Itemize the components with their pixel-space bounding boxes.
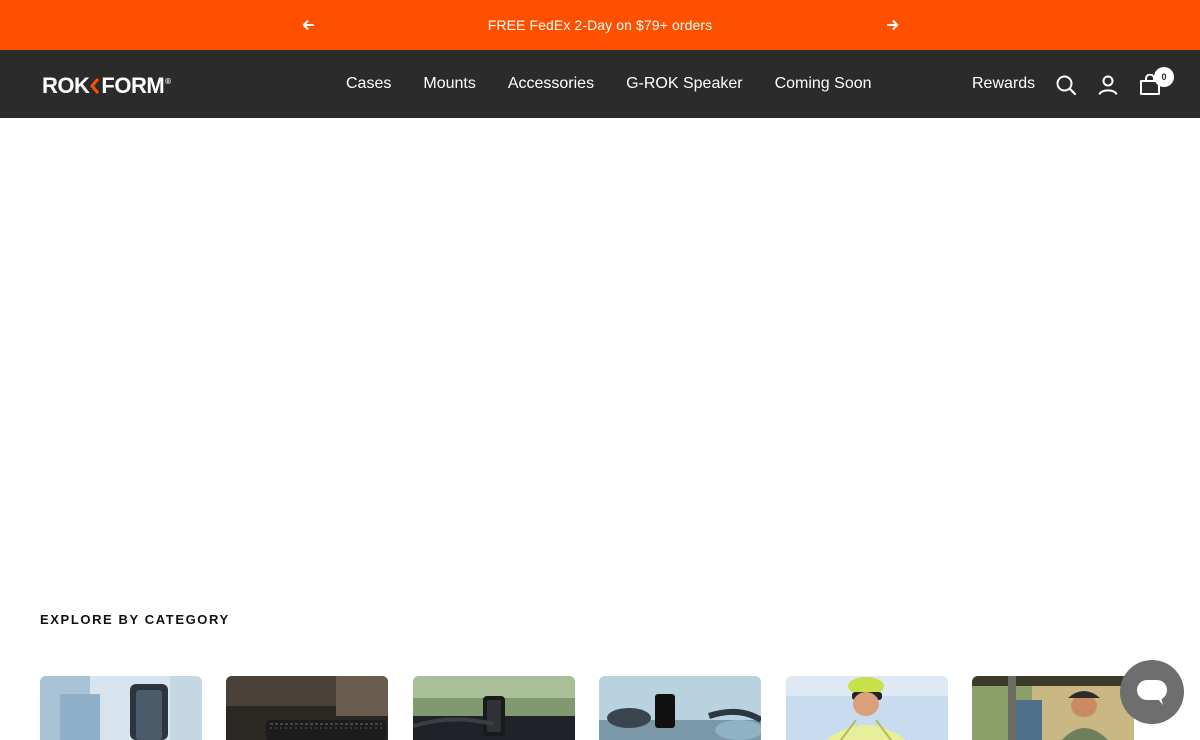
rewards-link[interactable]: Rewards [972,50,1035,118]
category-image-4 [599,676,761,740]
explore-category-heading: EXPLORE BY CATEGORY [40,612,230,627]
category-card-3[interactable] [413,676,575,740]
category-image-5 [786,676,948,740]
chat-launcher-button[interactable] [1120,660,1184,724]
site-header: ROK FORM ® Cases Mounts Accessories G-RO… [0,50,1200,118]
rokform-logo[interactable]: ROK FORM ® [42,75,171,97]
nav-mounts[interactable]: Mounts [407,50,491,118]
account-icon[interactable] [1097,74,1119,96]
nav-coming-soon[interactable]: Coming Soon [759,50,888,118]
arrow-right-icon [887,20,899,30]
logo-text-rok: ROK [42,73,90,98]
category-image-6 [972,676,1134,740]
search-icon[interactable] [1055,74,1077,96]
announcement-next-button[interactable] [883,15,903,35]
nav-g-rok-speaker[interactable]: G-ROK Speaker [610,50,758,118]
announcement-prev-button[interactable] [298,15,318,35]
cart-count-badge: 0 [1154,67,1174,87]
hero-banner [0,118,1200,578]
announcement-text[interactable]: FREE FedEx 2-Day on $79+ orders [400,0,800,50]
main-nav: Cases Mounts Accessories G-ROK Speaker C… [330,50,888,118]
logo-chevron-icon [90,78,100,94]
category-card-6[interactable] [972,676,1134,740]
category-image-3 [413,676,575,740]
category-card-4[interactable] [599,676,761,740]
chat-bubble-icon [1137,680,1167,705]
category-image-2 [226,676,388,740]
category-image-1 [40,676,202,740]
nav-cases[interactable]: Cases [330,50,407,118]
nav-accessories[interactable]: Accessories [492,50,610,118]
arrow-left-icon [302,20,314,30]
category-card-1[interactable] [40,676,202,740]
category-card-2[interactable] [226,676,388,740]
announcement-bar: FREE FedEx 2-Day on $79+ orders [0,0,1200,50]
category-card-5[interactable] [786,676,948,740]
logo-text-form: FORM [101,73,165,98]
logo-registered-mark: ® [165,77,171,86]
header-actions: Rewards 0 [940,50,1200,118]
